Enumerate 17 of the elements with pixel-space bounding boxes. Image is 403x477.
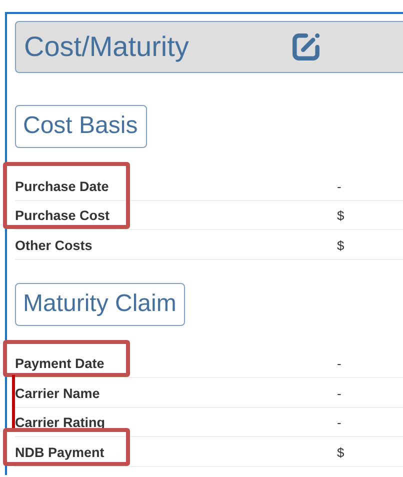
section-title: Cost Basis <box>15 105 147 148</box>
section-title: Maturity Claim <box>15 282 186 326</box>
field-value: - <box>337 178 342 194</box>
field-label: Carrier Name <box>15 386 101 401</box>
field-label: Purchase Cost <box>15 208 111 224</box>
page-title: Cost/Maturity <box>24 31 190 63</box>
field-value: $ <box>337 238 346 253</box>
field-label: Purchase Date <box>15 178 110 194</box>
field-value: - <box>337 386 342 401</box>
field-label: Other Costs <box>15 238 94 253</box>
field-value: $ <box>337 208 346 224</box>
field-value: - <box>337 356 342 372</box>
field-label: NDB Payment <box>15 444 106 460</box>
field-label: Carrier Rating <box>15 415 106 430</box>
field-value: - <box>337 415 342 430</box>
field-label: Payment Date <box>15 356 106 372</box>
field-value: $ <box>337 444 346 460</box>
